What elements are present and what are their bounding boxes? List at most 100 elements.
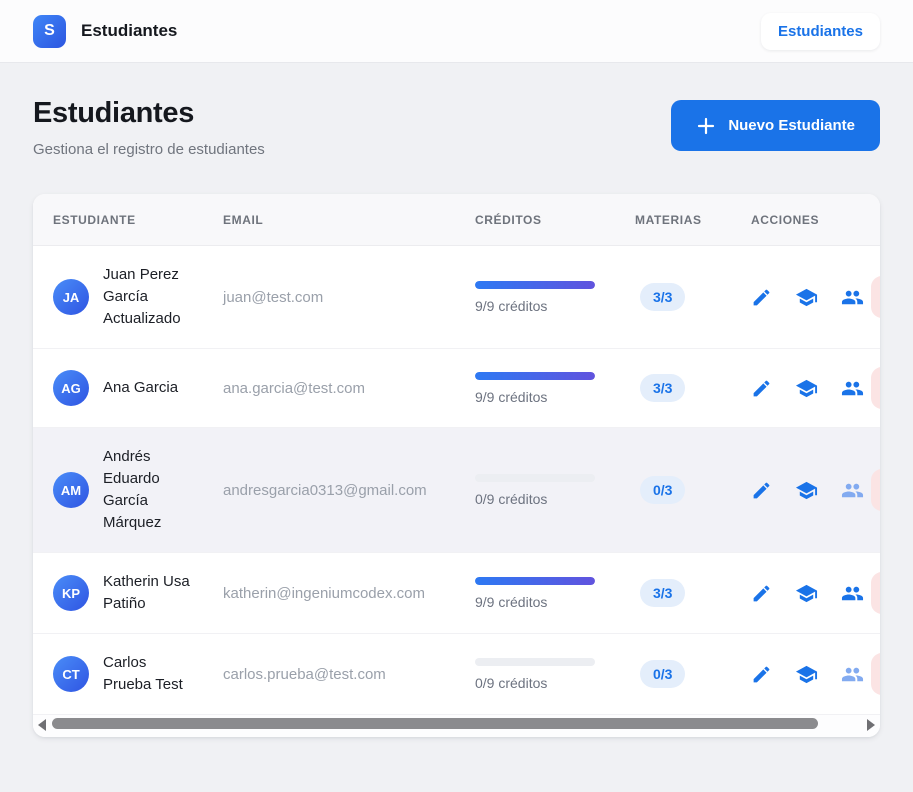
avatar: AM bbox=[53, 472, 89, 508]
avatar-initials: AG bbox=[61, 380, 81, 396]
materias-badge: 3/3 bbox=[640, 374, 686, 402]
column-header-estudiante: Estudiante bbox=[53, 212, 136, 227]
edit-button[interactable] bbox=[751, 664, 772, 685]
student-email: katherin@ingeniumcodex.com bbox=[223, 584, 425, 602]
credits-progress-fill bbox=[475, 280, 595, 289]
people-icon bbox=[841, 483, 864, 497]
subjects-button[interactable] bbox=[795, 377, 818, 400]
credits-label: 9/9 créditos bbox=[475, 388, 548, 405]
subjects-button[interactable] bbox=[795, 286, 818, 309]
delete-button[interactable] bbox=[871, 572, 880, 614]
pencil-icon bbox=[753, 380, 770, 396]
delete-button[interactable] bbox=[871, 653, 880, 695]
topbar: S Estudiantes Estudiantes bbox=[0, 0, 913, 63]
credits-cell: 0/9 créditos bbox=[475, 473, 635, 507]
subjects-button[interactable] bbox=[795, 479, 818, 502]
table-row-ja: JA Juan Perez García Actualizado juan@te… bbox=[33, 246, 880, 349]
student-email: andresgarcia0313@gmail.com bbox=[223, 481, 427, 499]
avatar: AG bbox=[53, 370, 89, 406]
credits-cell: 9/9 créditos bbox=[475, 280, 635, 314]
credits-cell: 9/9 créditos bbox=[475, 371, 635, 405]
graduation-cap-icon bbox=[795, 288, 818, 306]
app-logo: S bbox=[33, 14, 66, 48]
student-name: Katherin Usa Patiño bbox=[103, 573, 190, 612]
main-content: Estudiantes Gestiona el registro de estu… bbox=[0, 97, 913, 737]
page-header: Estudiantes Gestiona el registro de estu… bbox=[33, 97, 880, 158]
materias-badge: 3/3 bbox=[640, 283, 686, 311]
materias-badge: 0/3 bbox=[640, 660, 686, 688]
page-subtitle: Gestiona el registro de estudiantes bbox=[33, 141, 265, 158]
column-header-creditos: Créditos bbox=[475, 212, 542, 227]
table-row-ct: CT Carlos Prueba Test carlos.prueba@test… bbox=[33, 634, 880, 715]
materias-cell: 3/3 bbox=[635, 374, 742, 402]
student-cell: JA Juan Perez García Actualizado bbox=[33, 264, 223, 330]
credits-progress-track bbox=[475, 280, 595, 289]
student-cell: KP Katherin Usa Patiño bbox=[33, 571, 223, 615]
edit-button[interactable] bbox=[751, 480, 772, 501]
table-body: JA Juan Perez García Actualizado juan@te… bbox=[33, 246, 880, 715]
group-button[interactable] bbox=[841, 479, 864, 502]
group-button[interactable] bbox=[841, 286, 864, 309]
actions-cell bbox=[742, 377, 871, 400]
pencil-icon bbox=[753, 666, 770, 682]
graduation-cap-icon bbox=[795, 379, 818, 397]
new-student-button-label: Nuevo Estudiante bbox=[728, 117, 855, 134]
group-button[interactable] bbox=[841, 663, 864, 686]
actions-cell bbox=[742, 663, 871, 686]
edit-button[interactable] bbox=[751, 378, 772, 399]
edit-button[interactable] bbox=[751, 583, 772, 604]
avatar: CT bbox=[53, 656, 89, 692]
credits-progress-track bbox=[475, 657, 595, 666]
page-title: Estudiantes bbox=[33, 97, 195, 129]
scroll-left-arrow[interactable] bbox=[38, 719, 46, 731]
graduation-cap-icon bbox=[795, 665, 818, 683]
materias-badge: 3/3 bbox=[640, 579, 686, 607]
delete-button[interactable] bbox=[871, 276, 880, 318]
credits-label: 0/9 créditos bbox=[475, 674, 548, 691]
avatar-initials: JA bbox=[62, 289, 80, 305]
student-name: Juan Perez García Actualizado bbox=[103, 266, 181, 327]
subjects-button[interactable] bbox=[795, 582, 818, 605]
people-icon bbox=[841, 667, 864, 681]
delete-button[interactable] bbox=[871, 367, 880, 409]
avatar: JA bbox=[53, 279, 89, 315]
avatar-initials: CT bbox=[62, 666, 80, 682]
app-logo-letter: S bbox=[44, 22, 55, 39]
graduation-cap-icon bbox=[795, 481, 818, 499]
avatar-initials: KP bbox=[61, 585, 81, 601]
credits-cell: 0/9 créditos bbox=[475, 657, 635, 691]
materias-badge: 0/3 bbox=[640, 476, 686, 504]
delete-button[interactable] bbox=[871, 469, 880, 511]
column-header-materias: Materias bbox=[635, 212, 702, 227]
horizontal-scrollbar bbox=[33, 715, 880, 737]
student-name: Carlos Prueba Test bbox=[103, 654, 183, 693]
student-cell: AG Ana Garcia bbox=[33, 370, 223, 406]
scrollbar-thumb[interactable] bbox=[52, 718, 818, 729]
credits-cell: 9/9 créditos bbox=[475, 576, 635, 610]
pencil-icon bbox=[753, 482, 770, 498]
edit-button[interactable] bbox=[751, 287, 772, 308]
app-title: Estudiantes bbox=[81, 21, 178, 40]
credits-progress-track bbox=[475, 473, 595, 482]
actions-cell bbox=[742, 286, 871, 309]
people-icon bbox=[841, 586, 864, 600]
table-row-kp: KP Katherin Usa Patiño katherin@ingenium… bbox=[33, 553, 880, 634]
materias-cell: 0/3 bbox=[635, 476, 742, 504]
credits-label: 9/9 créditos bbox=[475, 593, 548, 610]
scroll-right-arrow[interactable] bbox=[867, 719, 875, 731]
page-header-text: Estudiantes Gestiona el registro de estu… bbox=[33, 97, 265, 158]
table-header-row: Estudiante Email Créditos Materias Accio… bbox=[33, 194, 880, 246]
students-table-card: Estudiante Email Créditos Materias Accio… bbox=[33, 194, 880, 737]
pencil-icon bbox=[753, 289, 770, 305]
group-button[interactable] bbox=[841, 582, 864, 605]
actions-cell bbox=[742, 582, 871, 605]
avatar-initials: AM bbox=[60, 482, 82, 498]
subjects-button[interactable] bbox=[795, 663, 818, 686]
materias-cell: 0/3 bbox=[635, 660, 742, 688]
nav-item-estudiantes[interactable]: Estudiantes bbox=[760, 12, 880, 50]
group-button[interactable] bbox=[841, 377, 864, 400]
credits-progress-fill bbox=[475, 576, 595, 585]
table-row-ag: AG Ana Garcia ana.garcia@test.com 9/9 cr… bbox=[33, 349, 880, 428]
new-student-button[interactable]: Nuevo Estudiante bbox=[671, 100, 880, 151]
credits-label: 0/9 créditos bbox=[475, 490, 548, 507]
